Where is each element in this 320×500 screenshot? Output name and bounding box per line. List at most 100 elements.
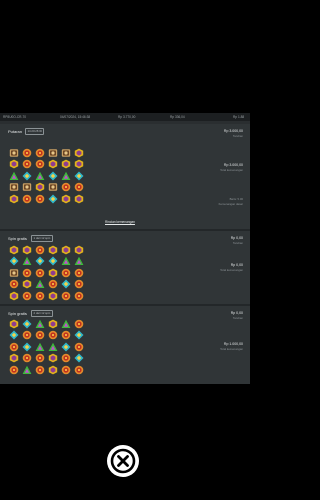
hex-symbol xyxy=(46,267,59,279)
diamond-symbol xyxy=(46,256,59,268)
ring-symbol xyxy=(33,364,46,376)
ring-symbol xyxy=(72,279,85,291)
hex-symbol xyxy=(20,279,33,291)
ring-symbol xyxy=(33,147,46,159)
ring-symbol xyxy=(59,364,72,376)
balance-amount: Rp 336,04 xyxy=(170,115,185,119)
ring-symbol xyxy=(59,330,72,342)
bet-amount: Rp 3.770,00 xyxy=(118,115,136,119)
stake-caption: Taruhan xyxy=(232,134,243,138)
diamond-symbol xyxy=(46,170,59,182)
mask-symbol xyxy=(7,147,20,159)
hex-symbol xyxy=(7,353,20,365)
hex-symbol xyxy=(33,182,46,194)
ring-symbol xyxy=(33,353,46,365)
round-label: Spin gratis xyxy=(8,236,27,241)
diamond-symbol xyxy=(20,318,33,330)
hex-symbol xyxy=(7,290,20,302)
round-label: Spin gratis xyxy=(8,311,27,316)
extra-amount: Rp 1.88 xyxy=(233,115,245,119)
lines-caption: Baris: 5.00 xyxy=(229,197,243,201)
hex-symbol xyxy=(72,159,85,171)
close-icon xyxy=(110,448,136,474)
mask-symbol xyxy=(59,147,72,159)
hex-symbol xyxy=(7,159,20,171)
reel-grid xyxy=(7,318,85,376)
ring-symbol xyxy=(33,330,46,342)
ring-symbol xyxy=(20,267,33,279)
ring-symbol xyxy=(72,364,85,376)
close-button[interactable] xyxy=(107,445,139,477)
ring-symbol xyxy=(7,341,20,353)
diamond-symbol xyxy=(33,256,46,268)
diamond-symbol xyxy=(46,193,59,205)
hex-symbol xyxy=(46,353,59,365)
tri-symbol xyxy=(59,170,72,182)
hex-symbol xyxy=(46,318,59,330)
ring-symbol xyxy=(59,267,72,279)
bet-history-panel: RP8U0O-CR-70 04/07/2024, 15:46:38 Rp 3.7… xyxy=(0,113,250,384)
ring-symbol xyxy=(72,318,85,330)
stake-amount: Rp 0,00 xyxy=(230,311,243,315)
tri-symbol xyxy=(72,256,85,268)
round-badge: 1 dari 12 spin xyxy=(31,235,53,242)
mask-symbol xyxy=(7,182,20,194)
hex-symbol xyxy=(46,159,59,171)
diamond-symbol xyxy=(20,341,33,353)
ring-symbol xyxy=(72,267,85,279)
diamond-symbol xyxy=(7,256,20,268)
tri-symbol xyxy=(33,279,46,291)
ring-symbol xyxy=(20,193,33,205)
ring-symbol xyxy=(46,279,59,291)
diamond-symbol xyxy=(59,279,72,291)
stake-amount: Rp 3.000,00 xyxy=(223,129,243,133)
tri-symbol xyxy=(46,341,59,353)
round-label: Putaran xyxy=(8,129,23,134)
hex-symbol xyxy=(72,244,85,256)
win-amount: Rp 3.000,00 xyxy=(223,163,243,167)
round-badge: 14:20:28 ID xyxy=(25,128,45,135)
stake-amount: Rp 0,00 xyxy=(230,236,243,240)
diamond-symbol xyxy=(20,170,33,182)
stake-caption: Taruhan xyxy=(232,316,243,320)
tri-symbol xyxy=(20,256,33,268)
tri-symbol xyxy=(59,318,72,330)
hex-symbol xyxy=(7,244,20,256)
ring-symbol xyxy=(33,159,46,171)
round-badge: 2 dari 12 spin xyxy=(31,310,53,317)
ring-symbol xyxy=(72,341,85,353)
ring-symbol xyxy=(59,290,72,302)
diamond-symbol xyxy=(7,330,20,342)
win-details-link[interactable]: Rincian kemenangan xyxy=(105,220,135,224)
ring-symbol xyxy=(20,147,33,159)
mask-symbol xyxy=(20,182,33,194)
hex-symbol xyxy=(20,244,33,256)
ring-symbol xyxy=(20,353,33,365)
diamond-symbol xyxy=(59,341,72,353)
ring-symbol xyxy=(20,330,33,342)
mask-symbol xyxy=(7,267,20,279)
round-info-bar: RP8U0O-CR-70 04/07/2024, 15:46:38 Rp 3.7… xyxy=(0,113,250,121)
reel-grid xyxy=(7,244,85,302)
hex-symbol xyxy=(72,147,85,159)
win-amount: Rp 1.000,00 xyxy=(223,342,243,346)
hex-symbol xyxy=(7,318,20,330)
tri-symbol xyxy=(7,170,20,182)
hex-symbol xyxy=(59,159,72,171)
tri-symbol xyxy=(20,364,33,376)
diamond-symbol xyxy=(72,330,85,342)
tri-symbol xyxy=(59,256,72,268)
ring-symbol xyxy=(33,267,46,279)
win-amount: Rp 0,00 xyxy=(230,263,243,267)
ring-symbol xyxy=(59,182,72,194)
ring-symbol xyxy=(20,159,33,171)
ring-symbol xyxy=(72,290,85,302)
ring-symbol xyxy=(59,353,72,365)
mask-symbol xyxy=(46,147,59,159)
hex-symbol xyxy=(46,244,59,256)
win-caption: Total kemenangan xyxy=(220,347,243,351)
hex-symbol xyxy=(72,193,85,205)
diamond-symbol xyxy=(72,353,85,365)
hex-symbol xyxy=(46,364,59,376)
base-win-caption: Kemenangan dasar xyxy=(218,202,243,206)
